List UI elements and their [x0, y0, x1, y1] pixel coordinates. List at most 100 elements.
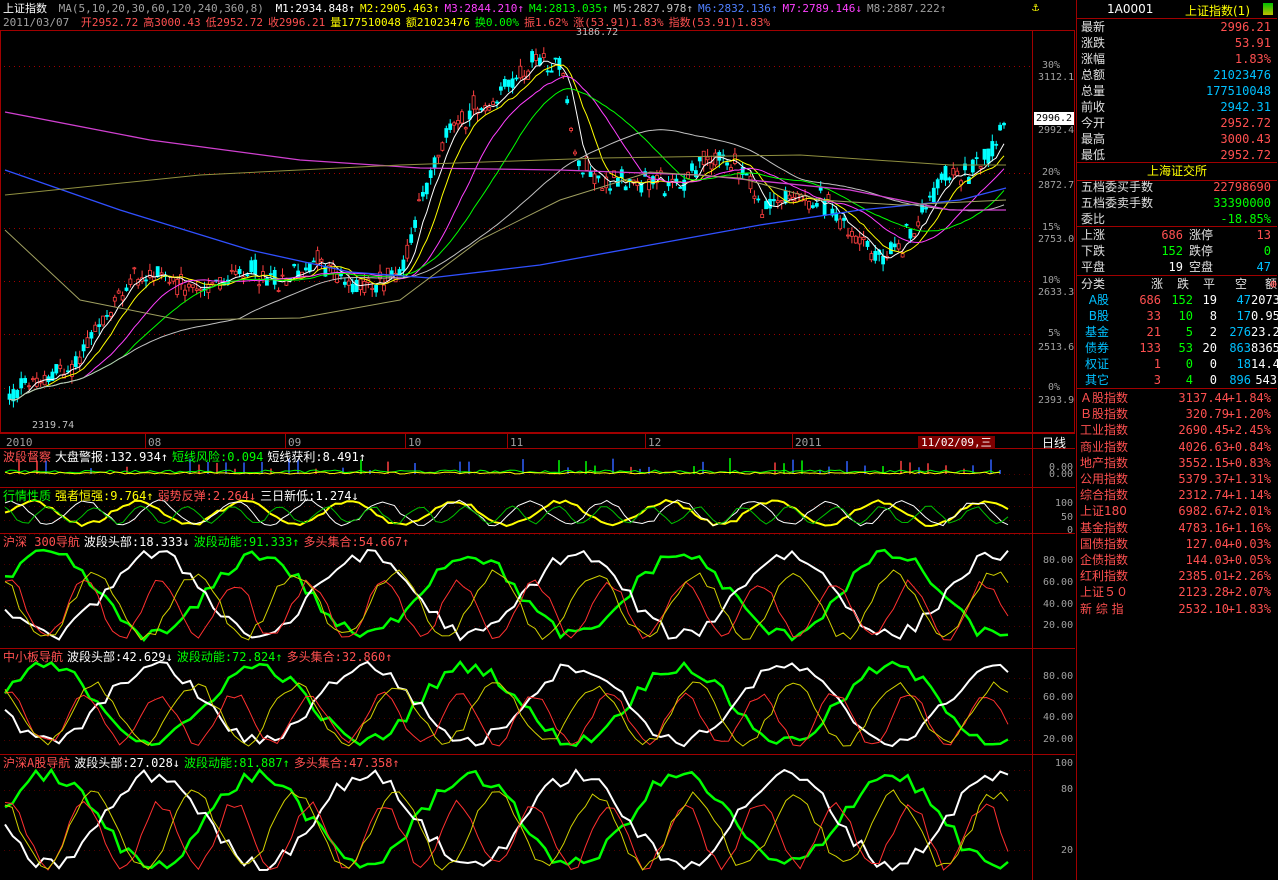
candle-body	[986, 148, 991, 164]
high-label: 3186.72	[576, 27, 619, 38]
candle-body	[7, 393, 12, 400]
index-row[interactable]: 工业指数 2690.45 +2.45%	[1077, 422, 1277, 438]
indicator-3-title: 沪深 300导航 波段头部:18.333↓ 波段动能:91.333↑ 多头集合:54.…	[3, 535, 413, 549]
index-value: 2532.10	[1178, 601, 1229, 616]
class-cell: 53	[1178, 341, 1193, 355]
quote-row: 前收 2942.31	[1077, 99, 1277, 115]
index-name: 红利指数	[1080, 569, 1129, 584]
candle-body	[81, 344, 86, 352]
candle-body	[487, 107, 492, 111]
index-value: 4026.63	[1178, 439, 1229, 454]
class-cell: 2073	[1251, 293, 1278, 307]
indicator-line	[4, 548, 1009, 642]
index-row[interactable]: 综合指数 2312.74 +1.14%	[1077, 487, 1277, 503]
breadth-value: 13	[1256, 228, 1271, 242]
quote-value: 2942.31	[1220, 100, 1271, 114]
index-row[interactable]: 基金指数 4783.16 +1.16%	[1077, 520, 1277, 536]
quote-row: 总额 21023476	[1077, 67, 1277, 83]
quote-row: 最低 2952.72	[1077, 147, 1277, 163]
quote-label: 涨跌	[1081, 36, 1106, 50]
index-row[interactable]: 商业指数 4026.63 +0.84%	[1077, 439, 1277, 455]
class-cell: 2	[1209, 325, 1217, 339]
index-row[interactable]: 地产指数 3552.15 +0.83%	[1077, 455, 1277, 471]
index-row[interactable]: 企债指数 144.03 +0.05%	[1077, 552, 1277, 568]
candle-body	[541, 53, 546, 59]
candle-body	[904, 223, 909, 226]
indicator-label: 波段动能:81.887↑	[184, 756, 290, 770]
candle-body	[190, 284, 195, 288]
depth-row: 五档委买手数 22798690	[1077, 179, 1277, 195]
candle-body	[428, 170, 433, 178]
candle-body	[600, 188, 605, 191]
class-row[interactable]: B股 33 10 8 17 0.95	[1077, 308, 1278, 324]
info-date: 2011/03/07	[3, 16, 70, 29]
index-row[interactable]: 上证180 6982.67 +2.01%	[1077, 503, 1277, 519]
price-tick: 3112.1	[1038, 72, 1075, 83]
candle-body	[982, 148, 987, 160]
info-value: 高3000.43	[143, 16, 201, 29]
candle-body	[514, 77, 519, 80]
candle-body	[647, 178, 651, 191]
candle-body	[159, 272, 164, 275]
candle-body	[588, 171, 593, 177]
class-row[interactable]: A股 686 152 19 47 2073	[1077, 292, 1278, 308]
quote-label: 最新	[1081, 20, 1106, 34]
candle-body	[128, 278, 133, 285]
index-value: 320.79	[1185, 407, 1229, 422]
index-row[interactable]: 红利指数 2385.01 +2.26%	[1077, 568, 1277, 584]
candle-body	[764, 201, 768, 210]
index-row[interactable]: 国债指数 127.04 +0.03%	[1077, 536, 1277, 552]
index-pct: +0.05%	[1227, 553, 1271, 567]
index-pct: +0.84%	[1227, 439, 1271, 454]
ma-value: M2:2905.463↑	[360, 2, 440, 15]
class-cell: 276	[1229, 325, 1251, 339]
candle-body	[15, 390, 20, 399]
ma-params: MA(5,10,20,30,60,120,240,360,8)	[58, 2, 264, 15]
candle-body	[787, 194, 792, 200]
quote-label: 最高	[1081, 132, 1106, 146]
class-row[interactable]: 权证 1 0 0 18 14.4	[1077, 356, 1278, 372]
candle-body	[498, 86, 503, 91]
ma-line	[9, 60, 1005, 401]
candle-body	[249, 260, 254, 273]
index-row[interactable]: 上证５０ 2123.28 +2.07%	[1077, 584, 1277, 600]
info-value: 量177510048	[330, 16, 401, 29]
expand-icon[interactable]: ⊕	[1265, 276, 1277, 292]
candle-body	[865, 240, 870, 247]
price-tick: 2992.4	[1038, 125, 1075, 136]
chart-area[interactable]: 上证指数 MA(5,10,20,30,60,120,240,360,8) M1:…	[0, 0, 1075, 880]
depth-row: 委比 -18.85%	[1077, 211, 1277, 227]
indicator-label: 多头集合:47.358↑	[293, 756, 400, 770]
quote-value: 21023476	[1213, 68, 1271, 82]
candle-body	[292, 264, 297, 267]
anchor-icon[interactable]: ⚓	[1032, 0, 1046, 14]
class-cell: 686	[1139, 293, 1161, 307]
index-pct: +2.01%	[1227, 504, 1271, 519]
indicator-5-title: 沪深A股导航 波段头部:27.028↓ 波段动能:81.887↑ 多头集合:47.35…	[3, 756, 404, 770]
chart-canvas[interactable]	[0, 0, 1075, 880]
divider	[1077, 388, 1277, 389]
class-row[interactable]: 债券 133 53 20 863 8365	[1077, 340, 1278, 356]
class-cell: 47	[1236, 293, 1251, 307]
period-label[interactable]: 日线	[1042, 436, 1066, 450]
index-pct: +1.84%	[1227, 391, 1271, 405]
index-row[interactable]: 公用指数 5379.37 +1.31%	[1077, 471, 1277, 487]
index-row[interactable]: 新 综 指 2532.10 +1.83%	[1077, 601, 1277, 617]
index-row[interactable]: Ｂ股指数 320.79 +1.20%	[1077, 406, 1277, 422]
quote-row: 今开 2952.72	[1077, 115, 1277, 131]
indicator-4-title: 中小板导航 波段头部:42.629↓ 波段动能:72.824↑ 多头集合:32.860…	[3, 650, 396, 664]
candle-body	[974, 157, 979, 160]
depth-value: 22798690	[1213, 180, 1271, 194]
pct-tick: 30%	[1042, 60, 1061, 71]
candle-body	[89, 332, 94, 339]
index-pct: +0.83%	[1227, 455, 1271, 470]
indicator-label: 波段头部:18.333↓	[83, 535, 190, 549]
class-row[interactable]: 其它 3 4 0 896 543	[1077, 372, 1277, 388]
class-row[interactable]: 基金 21 5 2 276 23.2	[1077, 324, 1278, 340]
flag-icon[interactable]	[1263, 3, 1273, 15]
ma-value: M1:2934.848↑	[275, 2, 356, 15]
index-row[interactable]: Ａ股指数 3137.44 +1.84%	[1077, 390, 1277, 406]
quote-row: 涨跌 53.91	[1077, 35, 1277, 51]
candle-body	[955, 170, 960, 176]
candle-body	[619, 169, 624, 178]
